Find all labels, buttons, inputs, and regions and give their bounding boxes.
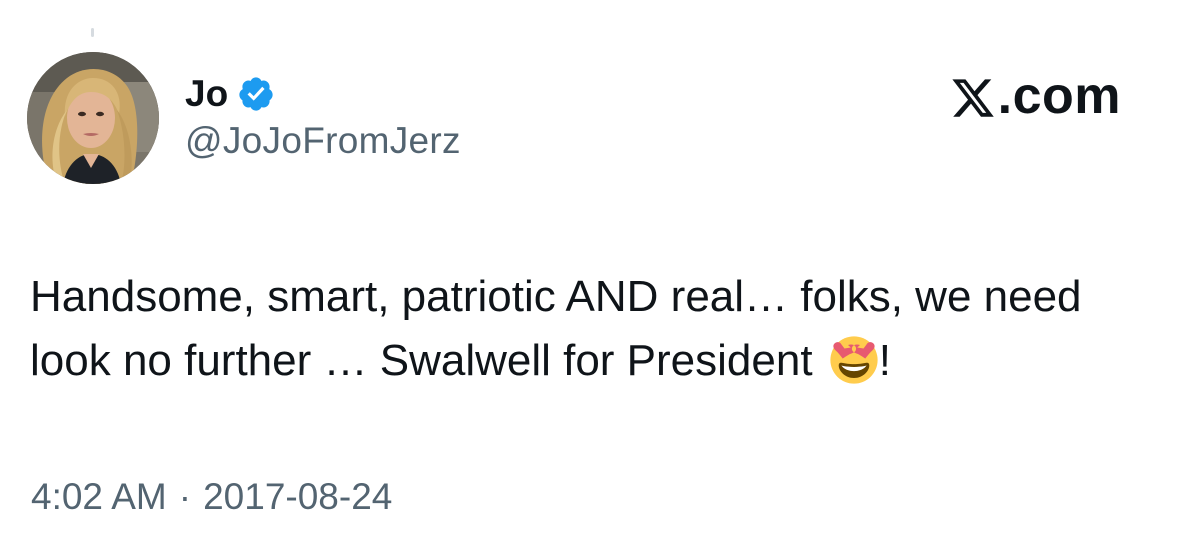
- tweet-card: Jo @JoJoFromJerz .com Handsome, smart, p…: [0, 0, 1179, 557]
- tweet-text-main: Handsome, smart, patriotic AND real… fol…: [30, 272, 1082, 385]
- heart-eyes-emoji-icon: [829, 335, 879, 385]
- author-block: Jo @JoJoFromJerz: [185, 68, 461, 162]
- name-row: Jo: [185, 68, 461, 120]
- tweet-date: 2017-08-24: [203, 476, 393, 517]
- display-name[interactable]: Jo: [185, 73, 228, 115]
- avatar-image: [27, 52, 159, 184]
- meta-separator: ·: [178, 476, 192, 517]
- tweet-time: 4:02 AM: [31, 476, 167, 517]
- avatar[interactable]: [27, 52, 159, 184]
- x-logo-icon: [950, 74, 996, 120]
- tweet-text: Handsome, smart, patriotic AND real… fol…: [30, 265, 1160, 393]
- tweet-timestamp[interactable]: 4:02 AM · 2017-08-24: [31, 476, 392, 518]
- brand-label: .com: [950, 66, 1121, 126]
- user-handle[interactable]: @JoJoFromJerz: [185, 120, 461, 162]
- verified-badge-icon: [237, 75, 275, 113]
- top-mark: [91, 28, 94, 37]
- brand-domain-text: .com: [997, 67, 1121, 125]
- tweet-text-end: !: [878, 336, 892, 385]
